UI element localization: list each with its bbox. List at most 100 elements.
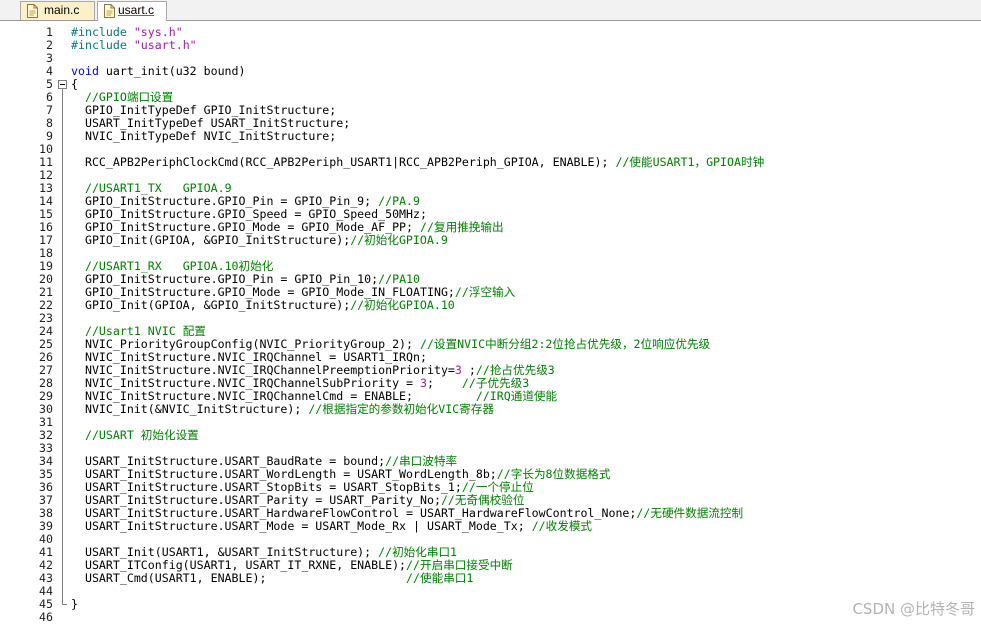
code-comment: //使能串口1 xyxy=(406,572,474,585)
code-text: NVIC_InitStructure.NVIC_IRQChannelCmd = … xyxy=(71,390,476,403)
code-line[interactable]: NVIC_Init(&NVIC_InitStructure); //根据指定的参… xyxy=(71,403,976,416)
code-line[interactable] xyxy=(71,247,976,260)
code-line[interactable]: //GPIO端口设置 xyxy=(71,91,976,104)
code-line[interactable]: } xyxy=(71,598,976,611)
code-text: GPIO_Init(GPIOA, &GPIO_InitStructure); xyxy=(71,234,351,247)
code-line[interactable]: GPIO_InitStructure.GPIO_Speed = GPIO_Spe… xyxy=(71,208,976,221)
code-comment: //收发模式 xyxy=(531,520,593,533)
code-line[interactable] xyxy=(71,312,976,325)
code-line[interactable] xyxy=(71,585,976,598)
code-line[interactable]: RCC_APB2PeriphClockCmd(RCC_APB2Periph_US… xyxy=(71,156,976,169)
code-line[interactable]: //Usart1 NVIC 配置 xyxy=(71,325,976,338)
code-line[interactable]: GPIO_InitStructure.GPIO_Pin = GPIO_Pin_9… xyxy=(71,195,976,208)
code-comment: //无硬件数据流控制 xyxy=(636,507,744,520)
code-line[interactable]: NVIC_PriorityGroupConfig(NVIC_PriorityGr… xyxy=(71,338,976,351)
fold-guide-end xyxy=(62,604,67,605)
code-line[interactable]: USART_InitStructure.USART_Mode = USART_M… xyxy=(71,520,976,533)
code-comment: //根据指定的参数初始化VIC寄存器 xyxy=(308,403,494,416)
code-line[interactable]: USART_InitStructure.USART_BaudRate = bou… xyxy=(71,455,976,468)
code-text: USART_InitStructure.USART_StopBits = USA… xyxy=(71,481,462,494)
code-comment: //IRQ通道使能 xyxy=(475,390,558,403)
code-line[interactable] xyxy=(71,52,976,65)
code-line[interactable] xyxy=(71,416,976,429)
code-comment: //Usart1 NVIC 配置 xyxy=(84,325,206,338)
code-line[interactable]: NVIC_InitStructure.NVIC_IRQChannelPreemp… xyxy=(71,364,976,377)
code-comment: //浮空输入 xyxy=(454,286,516,299)
code-comment: //GPIO端口设置 xyxy=(84,91,174,104)
line-number: 46 xyxy=(39,610,53,624)
tab-usart-c[interactable]: usart.c xyxy=(97,1,167,21)
code-text: NVIC_InitStructure.NVIC_IRQChannelPreemp… xyxy=(71,364,455,377)
code-text: GPIO_InitTypeDef GPIO_InitStructure; xyxy=(71,104,337,117)
code-line[interactable]: NVIC_InitTypeDef NVIC_InitStructure; xyxy=(71,130,976,143)
code-comment: //无奇偶校验位 xyxy=(440,494,525,507)
code-line[interactable]: USART_InitStructure.USART_Parity = USART… xyxy=(71,494,976,507)
code-line[interactable]: USART_Cmd(USART1, ENABLE); //使能串口1 xyxy=(71,572,976,585)
code-line[interactable]: USART_Init(USART1, &USART_InitStructure)… xyxy=(71,546,976,559)
code-line[interactable] xyxy=(71,611,976,624)
code-line[interactable]: //USART1_RX GPIOA.10初始化 xyxy=(71,260,976,273)
code-comment: //复用推挽输出 xyxy=(420,221,504,234)
code-line[interactable]: USART_InitStructure.USART_HardwareFlowCo… xyxy=(71,507,976,520)
code-editor[interactable]: 1 2 3 4 5 6 7 8 9 10 11 12 13 14 15 16 17 18 19 20 21 22 23 24 2… xyxy=(0,21,981,625)
fold-collapse-icon[interactable] xyxy=(58,80,67,89)
code-line[interactable]: GPIO_InitTypeDef GPIO_InitStructure; xyxy=(71,104,976,117)
code-text: NVIC_PriorityGroupConfig(NVIC_PriorityGr… xyxy=(71,338,421,351)
code-text: GPIO_InitStructure.GPIO_Mode = GPIO_Mode… xyxy=(71,221,421,234)
code-text: GPIO_InitStructure.GPIO_Speed = GPIO_Spe… xyxy=(71,208,427,221)
code-comment: //设置NVIC中断分组2:2位抢占优先级，2位响应优先级 xyxy=(420,338,711,351)
code-comment: //字长为8位数据格式 xyxy=(496,468,611,481)
tab-label: usart.c xyxy=(118,3,155,17)
fold-guide-line xyxy=(62,89,63,604)
code-comment: //抢占优先级3 xyxy=(475,364,555,377)
code-line[interactable]: GPIO_Init(GPIOA, &GPIO_InitStructure);//… xyxy=(71,234,976,247)
code-text: ; xyxy=(427,377,462,390)
code-comment: //子优先级3 xyxy=(461,377,530,390)
code-line[interactable]: USART_ITConfig(USART1, USART_IT_RXNE, EN… xyxy=(71,559,976,572)
code-string: "sys.h" xyxy=(133,26,183,39)
code-text: GPIO_Init(GPIOA, &GPIO_InitStructure); xyxy=(71,299,351,312)
code-line[interactable]: void uart_init(u32 bound) xyxy=(71,65,976,78)
code-line[interactable]: { xyxy=(71,78,976,91)
code-line[interactable] xyxy=(71,169,976,182)
code-text: GPIO_InitStructure.GPIO_Pin = GPIO_Pin_1… xyxy=(71,273,379,286)
code-text: NVIC_InitStructure.NVIC_IRQChannelSubPri… xyxy=(71,377,421,390)
code-comment: //开启串口接受中断 xyxy=(406,559,513,572)
line-number-gutter[interactable]: 1 2 3 4 5 6 7 8 9 10 11 12 13 14 15 16 17 18 19 20 21 22 23 24 2… xyxy=(0,26,53,624)
code-line[interactable]: #include "sys.h" xyxy=(71,26,976,39)
code-text: NVIC_Init(&NVIC_InitStructure); xyxy=(71,403,309,416)
code-line[interactable]: USART_InitStructure.USART_StopBits = USA… xyxy=(71,481,976,494)
code-line[interactable]: GPIO_InitStructure.GPIO_Mode = GPIO_Mode… xyxy=(71,286,976,299)
code-comment: //USART1_RX GPIOA.10初始化 xyxy=(84,260,274,273)
code-text: { xyxy=(71,78,78,91)
code-line[interactable]: USART_InitStructure.USART_WordLength = U… xyxy=(71,468,976,481)
editor-tab-bar: main.c usart.c xyxy=(0,0,981,21)
code-line[interactable]: GPIO_InitStructure.GPIO_Pin = GPIO_Pin_1… xyxy=(71,273,976,286)
code-text: USART_InitStructure.USART_Parity = USART… xyxy=(71,494,441,507)
code-text: NVIC_InitTypeDef NVIC_InitStructure; xyxy=(71,130,337,143)
code-line[interactable] xyxy=(71,533,976,546)
code-line[interactable]: NVIC_InitStructure.NVIC_IRQChannelCmd = … xyxy=(71,390,976,403)
code-text: uart_init(u32 bound) xyxy=(98,65,246,78)
code-line[interactable]: GPIO_InitStructure.GPIO_Mode = GPIO_Mode… xyxy=(71,221,976,234)
code-line[interactable]: //USART 初始化设置 xyxy=(71,429,976,442)
tab-main-c[interactable]: main.c xyxy=(20,1,95,20)
code-line[interactable]: NVIC_InitStructure.NVIC_IRQChannel = USA… xyxy=(71,351,976,364)
code-line[interactable] xyxy=(71,442,976,455)
code-preprocessor: #include xyxy=(71,26,127,39)
code-text: USART_Cmd(USART1, ENABLE); xyxy=(71,572,407,585)
code-comment: //使能USART1，GPIOA时钟 xyxy=(615,156,765,169)
code-line[interactable]: NVIC_InitStructure.NVIC_IRQChannelSubPri… xyxy=(71,377,976,390)
code-line[interactable]: GPIO_Init(GPIOA, &GPIO_InitStructure);//… xyxy=(71,299,976,312)
code-text: ; xyxy=(461,364,476,377)
code-line[interactable]: USART_InitTypeDef USART_InitStructure; xyxy=(71,117,976,130)
c-file-icon xyxy=(27,4,38,18)
code-text-area[interactable]: #include "sys.h" #include "usart.h" void u… xyxy=(71,26,976,624)
code-text: USART_InitTypeDef USART_InitStructure; xyxy=(71,117,351,130)
code-line[interactable]: //USART1_TX GPIOA.9 xyxy=(71,182,976,195)
code-line[interactable]: #include "usart.h" xyxy=(71,39,976,52)
code-number: 3 xyxy=(420,377,427,390)
code-line[interactable] xyxy=(71,143,976,156)
